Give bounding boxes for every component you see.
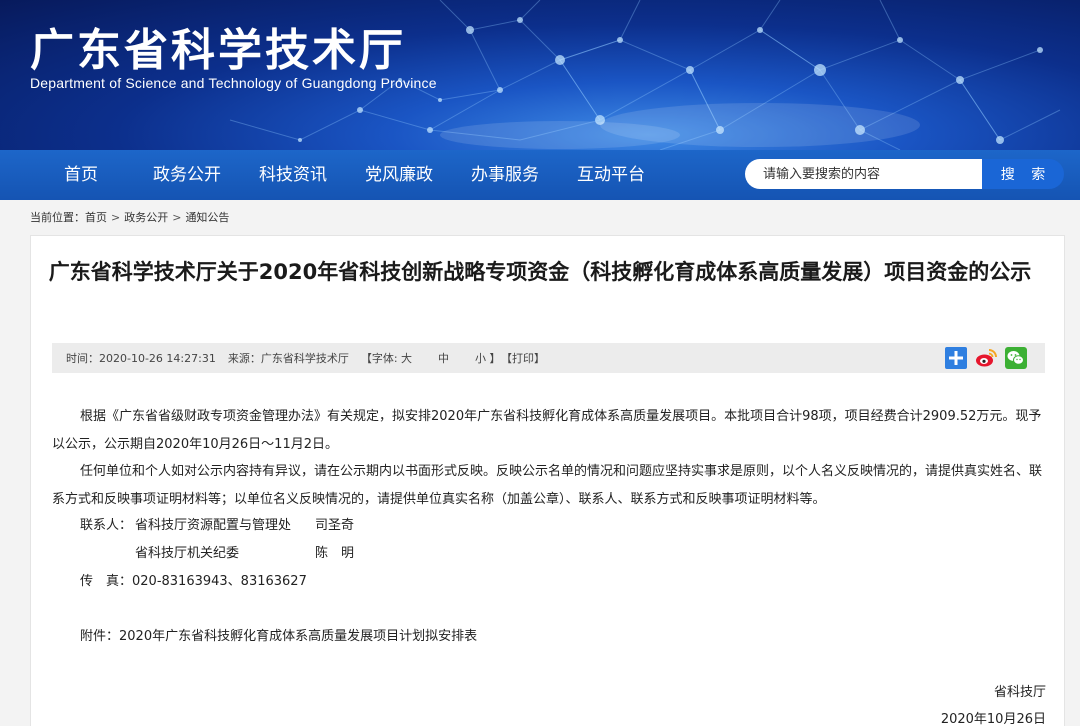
font-size-medium-button[interactable]: 中	[438, 352, 449, 365]
breadcrumb-prefix: 当前位置：	[30, 211, 85, 224]
article-paragraph: 任何单位和个人如对公示内容持有异议，请在公示期内以书面形式反映。反映公示名单的情…	[52, 464, 1043, 507]
nav-item-services[interactable]: 办事服务	[471, 150, 539, 200]
print-button[interactable]: 【打印】	[507, 352, 546, 365]
publish-date: 2020年10月26日	[940, 712, 1046, 726]
nav-item-party-integrity[interactable]: 党风廉政	[365, 150, 433, 200]
contact-dept: 省科技厅资源配置与管理处	[135, 518, 292, 533]
breadcrumb-separator: >	[111, 211, 121, 224]
article-meta: 时间：2020-10-26 14:27:31 来源：广东省科学技术厅 【字体: 大 中…	[66, 350, 545, 366]
search-button[interactable]: 搜 索	[982, 159, 1064, 189]
site-subtitle: Department of Science and Technology of …	[30, 75, 437, 91]
attachment-link[interactable]: 附件：2020年广东省科技孵化育成体系高质量发展项目计划拟安排表	[80, 625, 477, 644]
contact-name: 司圣奇	[315, 518, 355, 533]
font-size-close: 】	[489, 352, 501, 365]
article-source: 来源：广东省科学技术厅	[227, 352, 349, 365]
header-banner: 广东省科学技术厅 Department of Science and Techn…	[0, 0, 1080, 150]
article-title: 广东省科学技术厅关于2020年省科技创新战略专项资金（科技孵化育成体系高质量发展…	[48, 260, 1032, 284]
article-paragraph: 根据《广东省省级财政专项资金管理办法》有关规定，拟安排2020年广东省科技孵化育…	[52, 409, 1042, 452]
nav-item-government-affairs[interactable]: 政务公开	[153, 150, 221, 200]
weibo-icon[interactable]	[975, 347, 997, 369]
contact-name: 陈 明	[315, 546, 355, 561]
signature: 省科技厅	[993, 685, 1046, 700]
breadcrumb-item-home[interactable]: 首页	[85, 211, 107, 224]
breadcrumb-separator: >	[172, 211, 182, 224]
share-plus-icon[interactable]	[945, 347, 967, 369]
wechat-icon[interactable]	[1005, 347, 1027, 369]
contact-label: 联系人：	[80, 518, 133, 533]
font-size-large-button[interactable]: 大	[401, 352, 412, 365]
nav-item-tech-news[interactable]: 科技资讯	[259, 150, 327, 200]
breadcrumb-item-notices[interactable]: 通知公告	[185, 211, 229, 224]
publish-time: 时间：2020-10-26 14:27:31	[66, 352, 216, 365]
breadcrumb: 当前位置：首页 > 政务公开 > 通知公告	[30, 209, 229, 225]
breadcrumb-item-government-affairs[interactable]: 政务公开	[124, 211, 168, 224]
fax-line: 传 真：020-83163943、83163627	[80, 574, 307, 589]
search-input[interactable]	[745, 159, 982, 189]
nav-item-interaction[interactable]: 互动平台	[577, 150, 645, 200]
contact-dept: 省科技厅机关纪委	[135, 546, 240, 561]
font-size-label: 【字体:	[360, 352, 398, 365]
font-size-small-button[interactable]: 小	[475, 352, 486, 365]
article-body: 根据《广东省省级财政专项资金管理办法》有关规定，拟安排2020年广东省科技孵化育…	[52, 403, 1042, 513]
site-title: 广东省科学技术厅	[30, 25, 406, 76]
nav-item-home[interactable]: 首页	[64, 150, 98, 200]
